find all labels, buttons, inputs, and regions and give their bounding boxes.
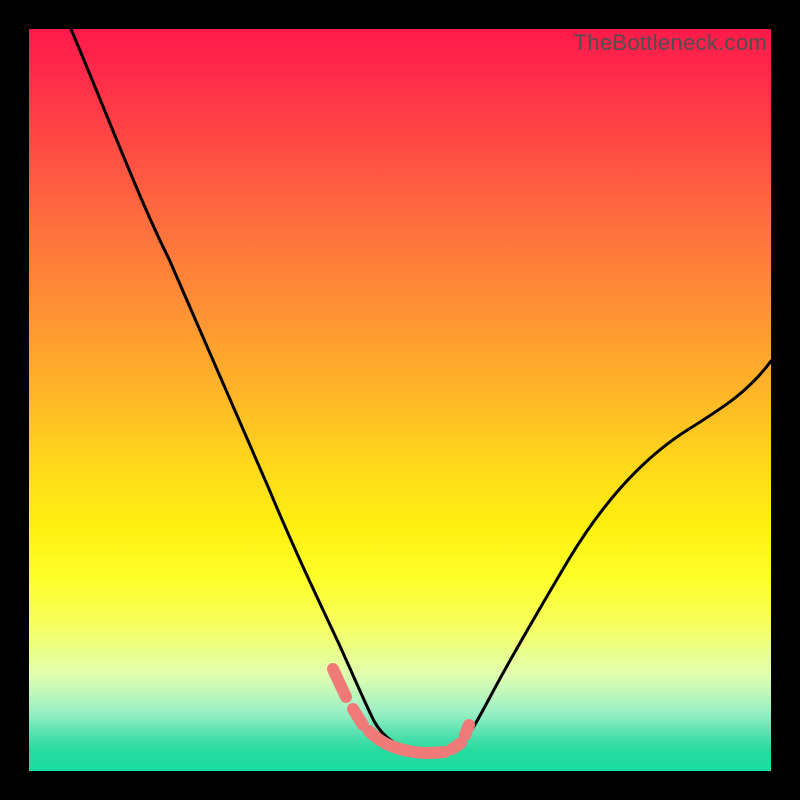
right-curve xyxy=(424,361,771,753)
pink-marker-segment xyxy=(333,669,469,753)
curve-overlay xyxy=(29,29,771,771)
plot-area xyxy=(29,29,771,771)
watermark-text: TheBottleneck.com xyxy=(574,30,767,56)
chart-frame: TheBottleneck.com xyxy=(0,0,800,800)
left-curve xyxy=(71,29,424,753)
